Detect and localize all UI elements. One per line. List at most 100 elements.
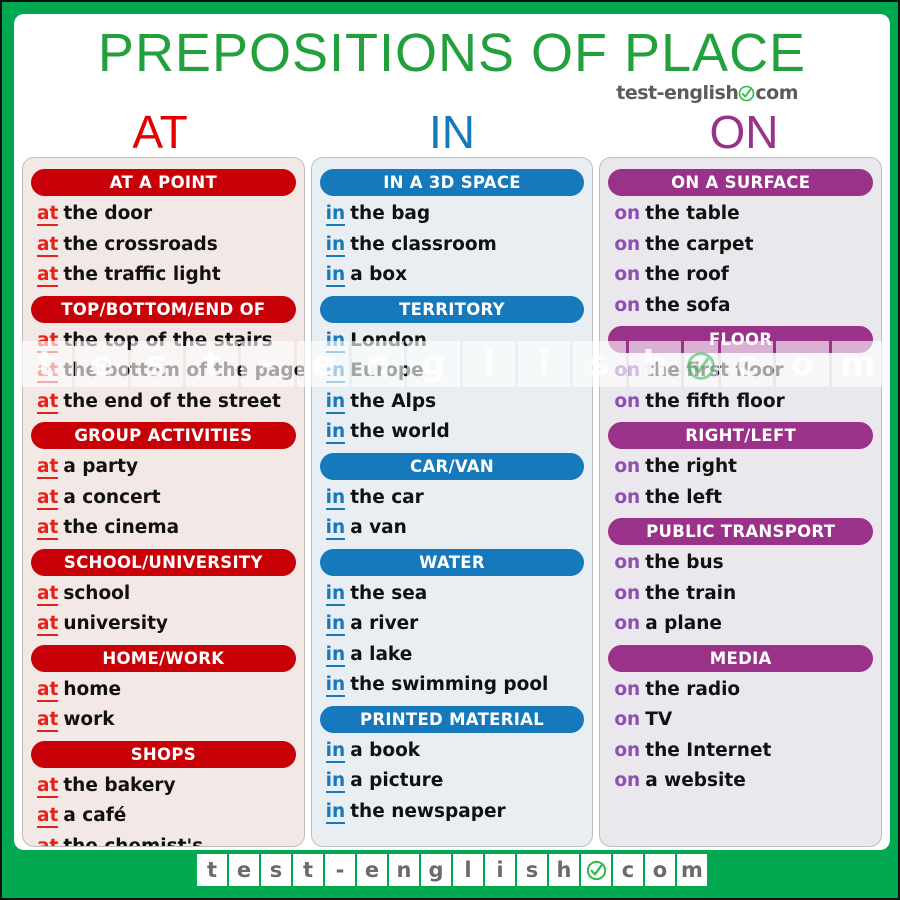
list-item-label: the end of the street — [63, 390, 281, 412]
preposition-token: on — [614, 294, 641, 316]
preposition-token: at — [37, 835, 59, 846]
list-item-label: the classroom — [350, 233, 497, 255]
list-item-label: the bakery — [63, 774, 176, 796]
preposition-token: on — [614, 678, 641, 700]
preposition-token: at — [37, 805, 59, 828]
list-item-label: the radio — [645, 678, 741, 700]
section-heading: CAR/VAN — [319, 452, 585, 480]
preposition-token: at — [37, 678, 59, 702]
preposition-token: on — [614, 264, 641, 285]
columns-container: AT A POINT at the door at the crossroads at th… — [22, 157, 883, 847]
preposition-token: at — [37, 203, 59, 226]
list-item-label: London — [350, 329, 427, 351]
preposition-token: in — [325, 800, 346, 824]
list-item: at home — [23, 675, 304, 706]
preposition-token: in — [325, 486, 346, 510]
list-item: at the bakery — [23, 771, 304, 802]
list-item: at the end of the street — [23, 387, 304, 418]
footer-letter: s — [517, 854, 547, 886]
list-item: in a van — [312, 513, 593, 544]
preposition-panel-in: IN A 3D SPACE in the bag in the classroom in a… — [310, 157, 594, 847]
footer-letter: h — [549, 854, 579, 886]
list-item: in a picture — [312, 766, 593, 797]
preposition-token: on — [614, 456, 641, 477]
list-item: at the door — [23, 199, 304, 230]
preposition-token: on — [614, 709, 641, 730]
list-item: on the carpet — [600, 230, 881, 261]
preposition-token: at — [37, 233, 59, 257]
preposition-token: at — [37, 613, 59, 636]
brand-tld-text: com — [755, 82, 798, 104]
preposition-token: in — [325, 517, 346, 540]
footer-letter: t — [293, 854, 323, 886]
list-item: in a river — [312, 609, 593, 640]
list-item: at the bottom of the page — [23, 356, 304, 387]
list-item-label: Europe — [350, 360, 424, 381]
poster-card: PREPOSITIONS OF PLACE test-english com AT… — [14, 14, 890, 850]
preposition-token: in — [325, 613, 346, 636]
list-item-label: the Internet — [645, 739, 772, 761]
preposition-token: at — [37, 390, 59, 414]
preposition-token: in — [325, 739, 346, 763]
footer-letter: m — [677, 854, 707, 886]
list-item-label: the carpet — [645, 233, 754, 255]
poster-root: PREPOSITIONS OF PLACE test-english com AT… — [0, 0, 900, 900]
preposition-token: in — [325, 233, 346, 257]
list-item-label: the right — [645, 456, 737, 477]
list-item-label: a picture — [350, 770, 444, 791]
list-item-label: the roof — [645, 264, 729, 285]
preposition-token: in — [325, 770, 346, 793]
list-item-label: the table — [645, 203, 740, 224]
list-item-label: the Alps — [350, 390, 437, 412]
footer-letter: o — [645, 854, 675, 886]
footer-letter: c — [613, 854, 643, 886]
footer-letter: s — [261, 854, 291, 886]
list-item: in the car — [312, 483, 593, 514]
list-item-label: a book — [350, 739, 421, 761]
list-item: at the cinema — [23, 513, 304, 544]
list-item: at a party — [23, 452, 304, 483]
preposition-token: in — [325, 203, 346, 226]
list-item-label: school — [63, 582, 131, 604]
preposition-panel-at: AT A POINT at the door at the crossroads at th… — [22, 157, 305, 847]
list-item: at the chemist's — [23, 832, 304, 846]
list-item-label: a river — [350, 613, 419, 634]
preposition-token: on — [614, 233, 641, 255]
preposition-token: at — [37, 774, 59, 798]
column-letter-in: IN — [429, 106, 475, 158]
footer-letter-boxes: test-englishcom — [197, 854, 707, 886]
preposition-token: in — [325, 421, 346, 444]
list-item: in London — [312, 326, 593, 357]
list-item-label: the top of the stairs — [63, 329, 273, 351]
preposition-token: on — [614, 582, 641, 604]
section-heading: SHOPS — [31, 740, 296, 768]
list-item-label: the sofa — [645, 294, 731, 316]
column-letter-on: ON — [709, 106, 779, 158]
list-item-label: a website — [645, 770, 746, 791]
preposition-token: on — [614, 360, 641, 381]
list-item: in the sea — [312, 579, 593, 610]
list-item-label: the door — [63, 203, 153, 224]
list-item: at a café — [23, 801, 304, 832]
section-heading: WATER — [319, 548, 585, 576]
section-heading: TOP/BOTTOM/END OF — [31, 295, 296, 323]
brand-name-text: test-english — [616, 82, 739, 104]
preposition-token: in — [325, 390, 346, 414]
section-heading: PRINTED MATERIAL — [319, 705, 585, 733]
list-item: on the bus — [600, 548, 881, 579]
list-item: on the first floor — [600, 356, 881, 387]
section-heading: IN A 3D SPACE — [319, 169, 585, 196]
preposition-token: at — [37, 709, 59, 732]
list-item-label: the bus — [645, 552, 724, 573]
list-item: on the train — [600, 579, 881, 610]
section-heading: FLOOR — [608, 326, 874, 353]
list-item: in the Alps — [312, 387, 593, 418]
section-heading: HOME/WORK — [31, 644, 296, 672]
list-item-label: the swimming pool — [350, 674, 549, 695]
list-item: in the bag — [312, 199, 593, 230]
list-item: at work — [23, 705, 304, 736]
column-letters-row: AT IN ON — [14, 107, 890, 157]
preposition-token: on — [614, 552, 641, 573]
list-item: at university — [23, 609, 304, 640]
list-item-label: a lake — [350, 643, 413, 665]
